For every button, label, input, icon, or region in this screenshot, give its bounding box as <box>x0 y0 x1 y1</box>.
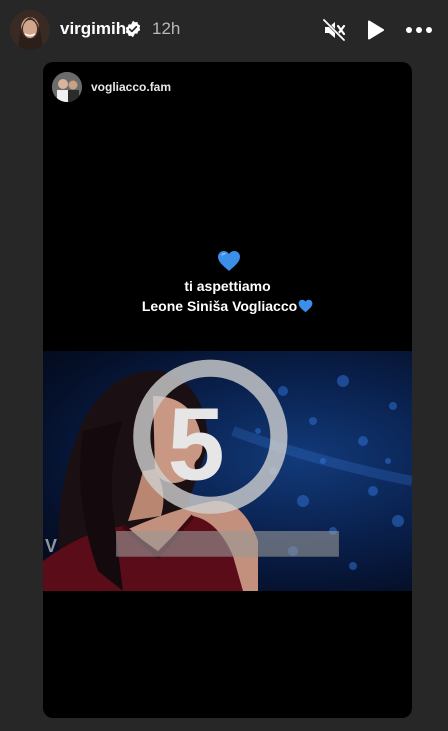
video-frame[interactable]: V 5 <box>43 351 412 591</box>
blue-heart-icon <box>298 299 313 313</box>
username[interactable]: virgimih <box>60 19 126 39</box>
caption-name: Leone Siniša Vogliacco <box>141 298 298 314</box>
repost-username[interactable]: vogliacco.fam <box>91 80 171 94</box>
caption-line-1: ti aspettiamo <box>184 278 271 294</box>
more-icon[interactable] <box>404 17 434 43</box>
verified-badge-icon <box>125 20 141 38</box>
story-frame[interactable]: vogliacco.fam ti aspettiamo Leone Siniša… <box>43 62 412 718</box>
channel-logo-icon: 5 <box>116 359 339 557</box>
blue-heart-icon <box>218 251 240 271</box>
post-time: 12h <box>152 19 181 38</box>
story-header: virgimih 12h <box>0 0 448 62</box>
play-icon[interactable] <box>362 17 388 43</box>
caption-line-2: Leone Siniša Vogliacco <box>43 298 412 314</box>
mute-icon[interactable] <box>321 17 347 43</box>
svg-text:5: 5 <box>168 387 225 502</box>
repost-avatar[interactable] <box>52 72 82 102</box>
avatar[interactable] <box>10 10 50 50</box>
